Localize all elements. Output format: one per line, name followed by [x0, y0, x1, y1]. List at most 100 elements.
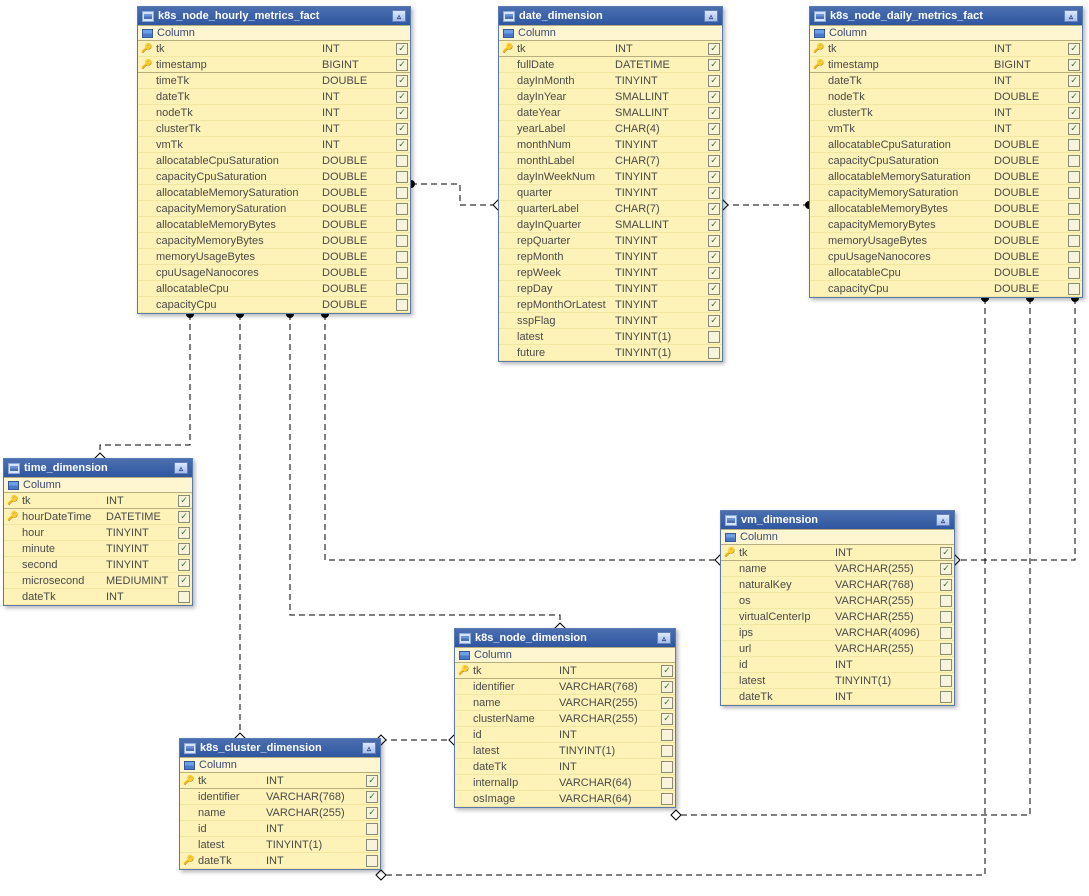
column-checkbox[interactable]: ✓ — [178, 511, 190, 523]
column-checkbox[interactable] — [940, 643, 952, 655]
column-row[interactable]: latestTINYINT(1) — [499, 329, 722, 345]
collapse-icon[interactable]: ▵ — [174, 462, 188, 474]
column-row[interactable]: allocatableCpuDOUBLE — [810, 265, 1082, 281]
column-row[interactable]: clusterTkINT✓ — [810, 105, 1082, 121]
column-row[interactable]: 🔑timestampBIGINT✓ — [138, 57, 410, 73]
column-checkbox[interactable] — [708, 331, 720, 343]
column-checkbox[interactable]: ✓ — [661, 665, 673, 677]
column-checkbox[interactable]: ✓ — [396, 43, 408, 55]
column-checkbox[interactable]: ✓ — [178, 495, 190, 507]
column-checkbox[interactable]: ✓ — [708, 107, 720, 119]
column-row[interactable]: dayInMonthTINYINT✓ — [499, 73, 722, 89]
column-checkbox[interactable]: ✓ — [178, 543, 190, 555]
column-row[interactable]: latestTINYINT(1) — [721, 673, 954, 689]
column-checkbox[interactable]: ✓ — [366, 775, 378, 787]
column-row[interactable]: capacityMemorySaturationDOUBLE — [138, 201, 410, 217]
column-row[interactable]: capacityMemoryBytesDOUBLE — [810, 217, 1082, 233]
column-row[interactable]: allocatableMemorySaturationDOUBLE — [138, 185, 410, 201]
column-checkbox[interactable] — [940, 611, 952, 623]
column-checkbox[interactable]: ✓ — [940, 547, 952, 559]
column-row[interactable]: 🔑tkINT✓ — [721, 545, 954, 561]
column-row[interactable]: urlVARCHAR(255) — [721, 641, 954, 657]
column-checkbox[interactable] — [1068, 235, 1080, 247]
column-row[interactable]: 🔑tkINT✓ — [810, 41, 1082, 57]
column-row[interactable]: idINT — [180, 821, 380, 837]
column-checkbox[interactable]: ✓ — [708, 91, 720, 103]
column-row[interactable]: repDayTINYINT✓ — [499, 281, 722, 297]
column-checkbox[interactable] — [396, 203, 408, 215]
column-checkbox[interactable]: ✓ — [940, 579, 952, 591]
column-row[interactable]: ipsVARCHAR(4096) — [721, 625, 954, 641]
collapse-icon[interactable]: ▵ — [936, 514, 950, 526]
column-row[interactable]: dayInWeekNumTINYINT✓ — [499, 169, 722, 185]
column-checkbox[interactable] — [396, 251, 408, 263]
entity-date[interactable]: date_dimension▵Column🔑tkINT✓fullDateDATE… — [498, 6, 723, 362]
column-row[interactable]: latestTINYINT(1) — [455, 743, 675, 759]
column-row[interactable]: sspFlagTINYINT✓ — [499, 313, 722, 329]
column-row[interactable]: 🔑dateTkINT — [180, 853, 380, 869]
column-row[interactable]: dateTkINT✓ — [810, 73, 1082, 89]
entity-daily[interactable]: k8s_node_daily_metrics_fact▵Column🔑tkINT… — [809, 6, 1083, 298]
column-checkbox[interactable]: ✓ — [708, 43, 720, 55]
column-row[interactable]: idINT — [455, 727, 675, 743]
column-row[interactable]: quarterLabelCHAR(7)✓ — [499, 201, 722, 217]
column-checkbox[interactable]: ✓ — [708, 203, 720, 215]
column-row[interactable]: osVARCHAR(255) — [721, 593, 954, 609]
column-row[interactable]: allocatableCpuDOUBLE — [138, 281, 410, 297]
column-row[interactable]: dateTkINT — [4, 589, 192, 605]
column-checkbox[interactable]: ✓ — [708, 155, 720, 167]
column-row[interactable]: dayInYearSMALLINT✓ — [499, 89, 722, 105]
column-checkbox[interactable] — [708, 347, 720, 359]
column-row[interactable]: allocatableCpuSaturationDOUBLE — [810, 137, 1082, 153]
column-row[interactable]: dateTkINT✓ — [138, 89, 410, 105]
column-checkbox[interactable]: ✓ — [396, 59, 408, 71]
column-row[interactable]: capacityCpuDOUBLE — [138, 297, 410, 313]
column-row[interactable]: capacityMemoryBytesDOUBLE — [138, 233, 410, 249]
column-checkbox[interactable]: ✓ — [1068, 59, 1080, 71]
collapse-icon[interactable]: ▵ — [392, 10, 406, 22]
column-row[interactable]: idINT — [721, 657, 954, 673]
column-row[interactable]: repMonthOrLatestTINYINT✓ — [499, 297, 722, 313]
entity-titlebar[interactable]: time_dimension▵ — [4, 459, 192, 477]
column-row[interactable]: memoryUsageBytesDOUBLE — [138, 249, 410, 265]
column-row[interactable]: capacityCpuSaturationDOUBLE — [138, 169, 410, 185]
column-checkbox[interactable] — [178, 591, 190, 603]
column-checkbox[interactable] — [940, 595, 952, 607]
column-row[interactable]: nodeTkDOUBLE✓ — [810, 89, 1082, 105]
column-row[interactable]: futureTINYINT(1) — [499, 345, 722, 361]
column-checkbox[interactable] — [1068, 283, 1080, 295]
column-checkbox[interactable] — [661, 745, 673, 757]
entity-node[interactable]: k8s_node_dimension▵Column🔑tkINT✓identifi… — [454, 628, 676, 808]
column-row[interactable]: 🔑timestampBIGINT✓ — [810, 57, 1082, 73]
column-checkbox[interactable] — [396, 235, 408, 247]
column-checkbox[interactable]: ✓ — [661, 697, 673, 709]
column-row[interactable]: repWeekTINYINT✓ — [499, 265, 722, 281]
column-row[interactable]: virtualCenterIpVARCHAR(255) — [721, 609, 954, 625]
column-checkbox[interactable]: ✓ — [396, 139, 408, 151]
column-row[interactable]: microsecondMEDIUMINT✓ — [4, 573, 192, 589]
column-checkbox[interactable] — [940, 659, 952, 671]
entity-cluster[interactable]: k8s_cluster_dimension▵Column🔑tkINT✓ident… — [179, 738, 381, 870]
collapse-icon[interactable]: ▵ — [704, 10, 718, 22]
column-row[interactable]: nameVARCHAR(255)✓ — [180, 805, 380, 821]
column-checkbox[interactable]: ✓ — [178, 575, 190, 587]
column-checkbox[interactable]: ✓ — [708, 187, 720, 199]
column-checkbox[interactable]: ✓ — [708, 267, 720, 279]
column-row[interactable]: clusterTkINT✓ — [138, 121, 410, 137]
column-row[interactable]: identifierVARCHAR(768)✓ — [455, 679, 675, 695]
column-checkbox[interactable] — [1068, 187, 1080, 199]
column-checkbox[interactable]: ✓ — [708, 59, 720, 71]
column-checkbox[interactable]: ✓ — [708, 235, 720, 247]
column-checkbox[interactable] — [940, 691, 952, 703]
entity-titlebar[interactable]: vm_dimension▵ — [721, 511, 954, 529]
column-checkbox[interactable]: ✓ — [366, 807, 378, 819]
column-row[interactable]: capacityCpuDOUBLE — [810, 281, 1082, 297]
column-row[interactable]: memoryUsageBytesDOUBLE — [810, 233, 1082, 249]
column-row[interactable]: allocatableMemoryBytesDOUBLE — [138, 217, 410, 233]
column-checkbox[interactable]: ✓ — [708, 299, 720, 311]
column-checkbox[interactable]: ✓ — [396, 91, 408, 103]
column-checkbox[interactable]: ✓ — [366, 791, 378, 803]
column-checkbox[interactable] — [1068, 251, 1080, 263]
column-row[interactable]: nodeTkINT✓ — [138, 105, 410, 121]
entity-titlebar[interactable]: k8s_node_hourly_metrics_fact▵ — [138, 7, 410, 25]
